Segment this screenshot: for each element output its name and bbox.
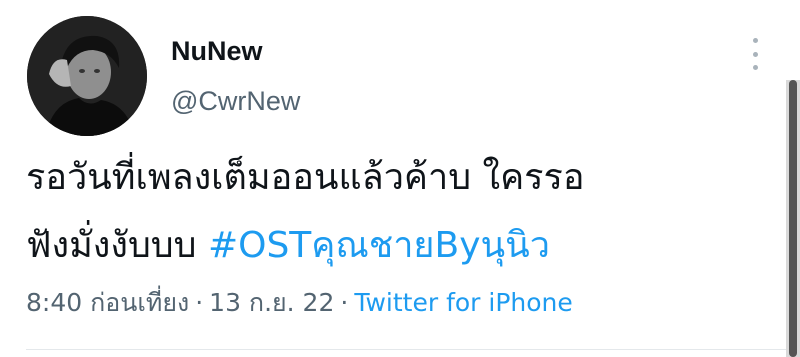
more-dot <box>752 38 758 43</box>
tweet-source-link[interactable]: Twitter for iPhone <box>354 288 572 317</box>
tweet-time[interactable]: 8:40 ก่อนเที่ยง <box>26 288 189 317</box>
tweet-line-1: รอวันที่เพลงเต็มออนแล้วค้าบ ใครรอ <box>26 157 585 198</box>
divider <box>26 349 786 350</box>
tweet-line-2-text: ฟังมั่งงับบบ <box>26 225 208 266</box>
tweet-text: รอวันที่เพลงเต็มออนแล้วค้าบ ใครรอ ฟังมั่… <box>26 144 766 280</box>
tweet-line-2: ฟังมั่งงับบบ #OSTคุณชายByนุนิว <box>26 212 766 280</box>
scrollbar-thumb[interactable] <box>789 80 797 357</box>
display-name[interactable]: NuNew <box>171 38 263 65</box>
tweet-date[interactable]: 13 ก.ย. 22 <box>209 288 334 317</box>
meta-separator: · <box>195 288 204 317</box>
meta-separator: · <box>340 288 349 317</box>
tweet-card: NuNew @CwrNew รอวันที่เพลงเต็มออนแล้วค้า… <box>0 0 800 357</box>
more-dot <box>752 51 758 57</box>
tweet-metadata: 8:40 ก่อนเที่ยง · 13 ก.ย. 22 · Twitter for i… <box>26 287 573 320</box>
hashtag-link[interactable]: #OSTคุณชายByนุนิว <box>208 225 550 266</box>
scrollbar-track[interactable] <box>786 80 800 357</box>
more-dot <box>752 65 758 70</box>
user-handle[interactable]: @CwrNew <box>171 88 300 115</box>
avatar[interactable] <box>27 16 147 136</box>
avatar-photo <box>27 16 147 136</box>
more-options-icon[interactable] <box>745 34 765 74</box>
